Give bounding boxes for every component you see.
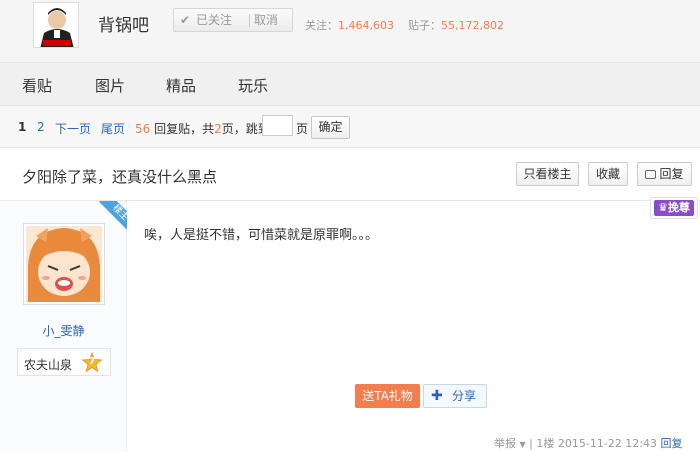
follow-status: 已关注 <box>196 13 233 27</box>
reply-count: 56 <box>135 122 151 136</box>
posts-count-label: 贴子： <box>407 19 441 32</box>
tab-images[interactable]: 图片 <box>95 75 125 96</box>
favorite-button[interactable]: 收藏 <box>588 162 628 186</box>
forum-logo[interactable] <box>33 2 79 48</box>
level-number: 7 <box>88 356 96 367</box>
total-pages: 2 <box>214 122 222 136</box>
level-badge-icon: 7 <box>81 351 103 374</box>
post-content: 唉，人是挺不错，可惜菜就是原罪啊。。。 <box>144 228 379 243</box>
post-footer: 举报 ▼ | 1楼 2015-11-22 12:43 回复 <box>494 435 683 451</box>
username[interactable]: 小_雯静 <box>0 322 127 339</box>
crown-icon: ♛ <box>658 201 668 214</box>
share-button[interactable]: ✚ 分享 <box>423 384 487 408</box>
caret-down-icon[interactable]: ▼ <box>520 440 526 449</box>
vip-label: 挽尊 <box>667 201 690 214</box>
pager: 1 2 下一页 尾页 56 回复贴，共2页，跳到 页 <box>0 106 700 148</box>
reply-label: 回复贴，共 <box>154 122 215 136</box>
post-reply-link[interactable]: 回复 <box>661 437 683 450</box>
divider <box>249 14 250 27</box>
page-unit-label: 页 <box>296 122 309 136</box>
confirm-button[interactable]: 确定 <box>311 116 350 139</box>
forum-stats: 关注：1,464,603 贴子：55,172,802 <box>305 17 504 33</box>
follow-count-label: 关注： <box>305 19 338 32</box>
follow-count: 1,464,603 <box>338 19 394 32</box>
op-badge: 楼主 <box>95 201 127 233</box>
page-2-link[interactable]: 2 <box>37 120 45 134</box>
last-page-link[interactable]: 尾页 <box>101 120 125 137</box>
thread-title: 夕阳除了菜，还真没什么黑点 <box>22 168 218 186</box>
check-icon: ✔ <box>180 13 191 27</box>
vip-tag[interactable]: ♛挽尊 <box>650 197 698 219</box>
level-name: 农夫山泉 <box>24 358 73 372</box>
forum-name[interactable]: 背锅吧 <box>98 11 149 36</box>
avatar[interactable] <box>23 223 105 305</box>
reply-button[interactable]: 回复 <box>637 162 692 186</box>
level-box[interactable]: 农夫山泉 7 <box>17 348 111 376</box>
reply-button-label: 回复 <box>659 167 684 181</box>
posts-count: 55,172,802 <box>440 19 504 32</box>
plus-icon: ✚ <box>431 388 443 404</box>
report-link[interactable]: 举报 <box>494 437 516 450</box>
reply-icon <box>645 170 657 179</box>
next-page-link[interactable]: 下一页 <box>55 120 91 137</box>
jump-page-input[interactable] <box>262 115 293 136</box>
gift-button[interactable]: 送TA礼物 <box>355 384 420 408</box>
follow-button[interactable]: ✔ 已关注 取消 <box>173 8 293 32</box>
forum-nav: 看贴 图片 精品 玩乐 <box>0 62 700 106</box>
reply-summary: 56 回复贴，共2页，跳到 <box>135 120 270 137</box>
thread-title-bar: 夕阳除了菜，还真没什么黑点 只看楼主 收藏 回复 <box>0 148 700 201</box>
post-time: 2015-11-22 12:43 <box>557 437 657 450</box>
page-current: 1 <box>18 120 27 134</box>
footer-divider: | <box>529 437 533 450</box>
floor-number: 1楼 <box>536 437 555 450</box>
only-op-button[interactable]: 只看楼主 <box>516 162 579 186</box>
forum-header: 背锅吧 ✔ 已关注 取消 关注：1,464,603 贴子：55,172,802 <box>0 0 700 62</box>
tab-posts[interactable]: 看贴 <box>22 75 52 96</box>
unfollow-link[interactable]: 取消 <box>254 9 278 31</box>
tab-fun[interactable]: 玩乐 <box>238 75 268 96</box>
share-label: 分享 <box>452 389 477 403</box>
tab-featured[interactable]: 精品 <box>166 75 196 96</box>
author-column: 楼主 小_雯静 农夫山泉 7 <box>0 201 127 452</box>
